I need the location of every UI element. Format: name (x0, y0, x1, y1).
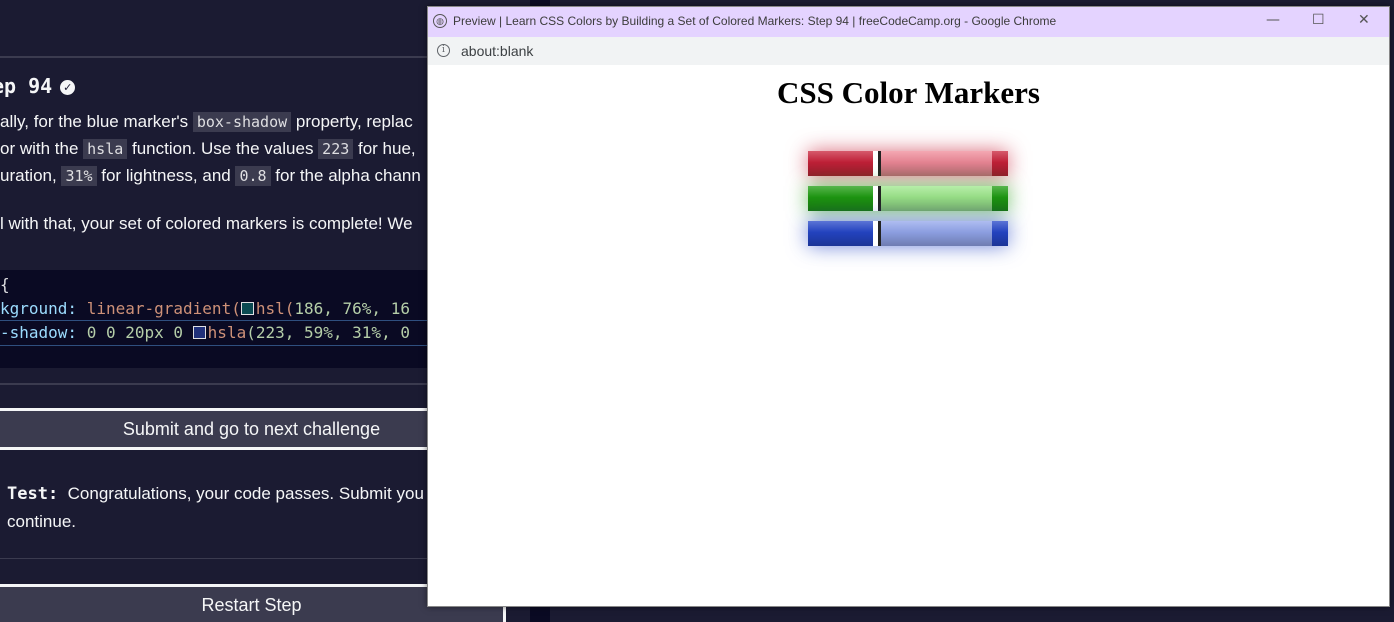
code-line-2[interactable]: kground: linear-gradient( hsl(186, 76%, 1… (0, 299, 410, 318)
marker-sleeve (881, 151, 992, 176)
maximize-icon[interactable]: ☐ (1312, 12, 1325, 28)
marker-green (808, 186, 1008, 211)
marker-cap (808, 151, 873, 176)
marker-sleeve (881, 221, 992, 246)
inline-code: 0.8 (235, 166, 271, 186)
test-message: Congratulations, your code passes. Submi… (67, 484, 424, 503)
code-line-1[interactable]: { (0, 275, 10, 294)
code-property: kground: (0, 299, 78, 318)
info-icon[interactable]: i (437, 44, 450, 57)
description-line-3: uration, 31% for lightness, and 0.8 for … (0, 166, 421, 186)
desc-text: ally, for the blue marker's (0, 112, 193, 131)
marker-tip (992, 151, 1008, 176)
desc-text: for the alpha chann (270, 166, 421, 185)
description-line-4: l with that, your set of colored markers… (0, 214, 413, 233)
inline-code: 223 (318, 139, 354, 159)
code-function: linear-gradient( (86, 299, 241, 318)
window-titlebar[interactable]: ◍ Preview | Learn CSS Colors by Building… (428, 7, 1389, 37)
code-values: 0 0 20px 0 (86, 323, 184, 342)
marker-cap (808, 186, 873, 211)
code-values: (223, 59%, 31%, 0 (246, 323, 410, 342)
check-circle-icon: ✓ (60, 80, 76, 95)
inline-code: 31% (61, 166, 97, 186)
code-function: hsla (207, 323, 247, 342)
marker-tip (992, 221, 1008, 246)
desc-text: for lightness, and (96, 166, 236, 185)
inline-code: hsla (83, 139, 128, 159)
code-property: -shadow: (0, 323, 78, 342)
code-function: hsl( (255, 299, 295, 318)
preview-window: ◍ Preview | Learn CSS Colors by Building… (427, 6, 1390, 607)
preview-content: CSS Color Markers (428, 65, 1389, 606)
color-swatch-icon[interactable] (192, 326, 206, 339)
close-icon[interactable]: ✕ (1358, 12, 1370, 28)
description-line-1: ally, for the blue marker's box-shadow p… (0, 112, 413, 132)
test-label: Test: (7, 484, 59, 504)
color-swatch-icon[interactable] (240, 302, 254, 315)
marker-cap (808, 221, 873, 246)
inline-code: box-shadow (192, 112, 292, 132)
url-text[interactable]: about:blank (461, 43, 533, 59)
desc-text: for hue, (353, 139, 416, 158)
step-title: ep 94 ✓ (0, 74, 76, 98)
desc-text: uration, (0, 166, 62, 185)
desc-text: function. Use the values (127, 139, 319, 158)
address-bar[interactable]: i about:blank (428, 37, 1389, 66)
marker-red (808, 151, 1008, 176)
test-message-continued: continue. (7, 512, 76, 531)
marker-sleeve (881, 186, 992, 211)
globe-icon: ◍ (433, 14, 447, 28)
marker-blue (808, 221, 1008, 246)
desc-text: property, replac (291, 112, 413, 131)
step-title-text: ep 94 (0, 74, 53, 98)
window-title: Preview | Learn CSS Colors by Building a… (453, 14, 1057, 28)
minimize-icon[interactable]: — (1266, 12, 1280, 28)
description-line-2: or with the hsla function. Use the value… (0, 139, 416, 159)
code-values: 186, 76%, 16 (294, 299, 410, 318)
desc-text: or with the (0, 139, 84, 158)
marker-tip (992, 186, 1008, 211)
page-heading: CSS Color Markers (777, 75, 1040, 110)
